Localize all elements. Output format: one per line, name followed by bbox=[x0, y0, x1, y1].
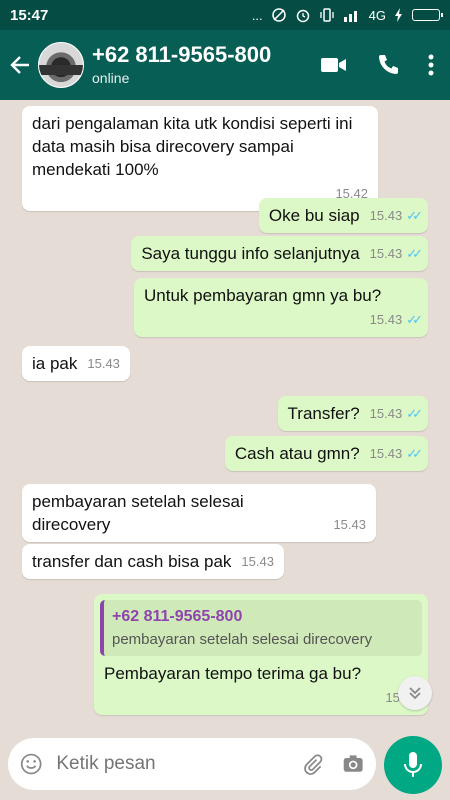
camera-icon[interactable] bbox=[342, 752, 364, 776]
message-input[interactable] bbox=[56, 753, 302, 775]
charging-icon bbox=[395, 8, 402, 22]
status-time: 15:47 bbox=[10, 6, 49, 24]
contact-status: online bbox=[92, 70, 130, 86]
read-ticks-icon: ✓✓ bbox=[406, 208, 423, 223]
data-saver-icon bbox=[271, 8, 286, 22]
composer bbox=[8, 738, 376, 790]
message-text: Oke bu siap bbox=[268, 206, 360, 225]
phone-icon[interactable] bbox=[376, 53, 400, 77]
message-time: 15.43 bbox=[369, 312, 403, 327]
message-text: transfer dan cash bisa pak bbox=[32, 552, 232, 571]
more-vert-icon[interactable] bbox=[428, 54, 434, 76]
quoted-sender: +62 811-9565-800 bbox=[112, 608, 243, 625]
message-incoming[interactable]: transfer dan cash bisa pak 15.43 bbox=[22, 544, 284, 579]
back-button[interactable] bbox=[2, 30, 38, 100]
message-text: Cash atau gmn? bbox=[234, 444, 360, 463]
message-time: 15.43 bbox=[241, 554, 274, 569]
scroll-to-bottom-button[interactable] bbox=[398, 676, 432, 710]
message-text: Untuk pembayaran gmn ya bu? bbox=[144, 286, 382, 305]
read-ticks-icon: ✓✓ bbox=[406, 312, 423, 327]
chat-header: +62 811-9565-800 online bbox=[0, 30, 450, 100]
chevron-double-down-icon bbox=[409, 687, 421, 700]
message-incoming[interactable]: dari pengalaman kita utk kondisi seperti… bbox=[22, 106, 378, 211]
message-text: ia pak bbox=[32, 354, 78, 373]
contact-name: +62 811-9565-800 bbox=[92, 42, 272, 67]
mic-icon bbox=[404, 752, 422, 777]
vibrate-icon bbox=[320, 8, 334, 22]
message-outgoing[interactable]: Cash atau gmn? 15.43 ✓✓ bbox=[224, 436, 428, 471]
message-outgoing[interactable]: Transfer? 15.43 ✓✓ bbox=[277, 396, 428, 431]
message-list[interactable]: dari pengalaman kita utk kondisi seperti… bbox=[0, 100, 450, 720]
battery-icon bbox=[412, 9, 443, 21]
message-text: dari pengalaman kita utk kondisi seperti… bbox=[32, 114, 353, 179]
arrow-left-icon bbox=[10, 56, 29, 74]
message-text: pembayaran setelah selesai direcovery bbox=[32, 492, 244, 534]
video-call-icon[interactable] bbox=[320, 55, 348, 75]
contact-info[interactable]: +62 811-9565-800 online bbox=[92, 42, 320, 88]
read-ticks-icon: ✓✓ bbox=[406, 406, 423, 421]
paperclip-icon[interactable] bbox=[301, 751, 323, 777]
quoted-text: pembayaran setelah selesai direcovery bbox=[112, 631, 373, 648]
message-incoming[interactable]: ia pak 15.43 bbox=[22, 346, 130, 381]
emoji-icon[interactable] bbox=[20, 751, 42, 777]
network-type: 4G bbox=[368, 7, 386, 23]
alarm-icon bbox=[296, 9, 309, 23]
read-ticks-icon: ✓✓ bbox=[406, 246, 423, 261]
message-outgoing[interactable]: Oke bu siap 15.43 ✓✓ bbox=[258, 198, 428, 233]
message-outgoing-reply[interactable]: +62 811-9565-800 pembayaran setelah sele… bbox=[94, 594, 428, 715]
avatar[interactable] bbox=[38, 42, 84, 88]
message-time: 15.43 bbox=[369, 208, 403, 223]
message-outgoing[interactable]: Saya tunggu info selanjutnya 15.43 ✓✓ bbox=[131, 236, 428, 271]
status-icons: ... 4G bbox=[251, 7, 443, 23]
message-time: 15.43 bbox=[369, 446, 403, 461]
message-text: Transfer? bbox=[287, 404, 360, 423]
message-time: 15.43 bbox=[369, 406, 403, 421]
signal-icon bbox=[343, 11, 357, 22]
read-ticks-icon: ✓✓ bbox=[406, 446, 423, 461]
message-time: 15.43 bbox=[369, 246, 403, 261]
message-time: 15.43 bbox=[87, 356, 120, 371]
mic-button[interactable] bbox=[384, 736, 442, 794]
message-text: Pembayaran tempo terima ga bu? bbox=[104, 664, 362, 683]
quoted-message[interactable]: +62 811-9565-800 pembayaran setelah sele… bbox=[100, 600, 422, 656]
notification-dots: ... bbox=[251, 7, 263, 23]
message-outgoing[interactable]: Untuk pembayaran gmn ya bu? 15.43 ✓✓ bbox=[134, 278, 428, 337]
message-text: Saya tunggu info selanjutnya bbox=[141, 244, 360, 263]
status-bar: 15:47 ... 4G bbox=[0, 0, 450, 30]
message-incoming[interactable]: pembayaran setelah selesai direcovery 15… bbox=[22, 484, 376, 542]
message-time: 15.43 bbox=[333, 517, 366, 532]
